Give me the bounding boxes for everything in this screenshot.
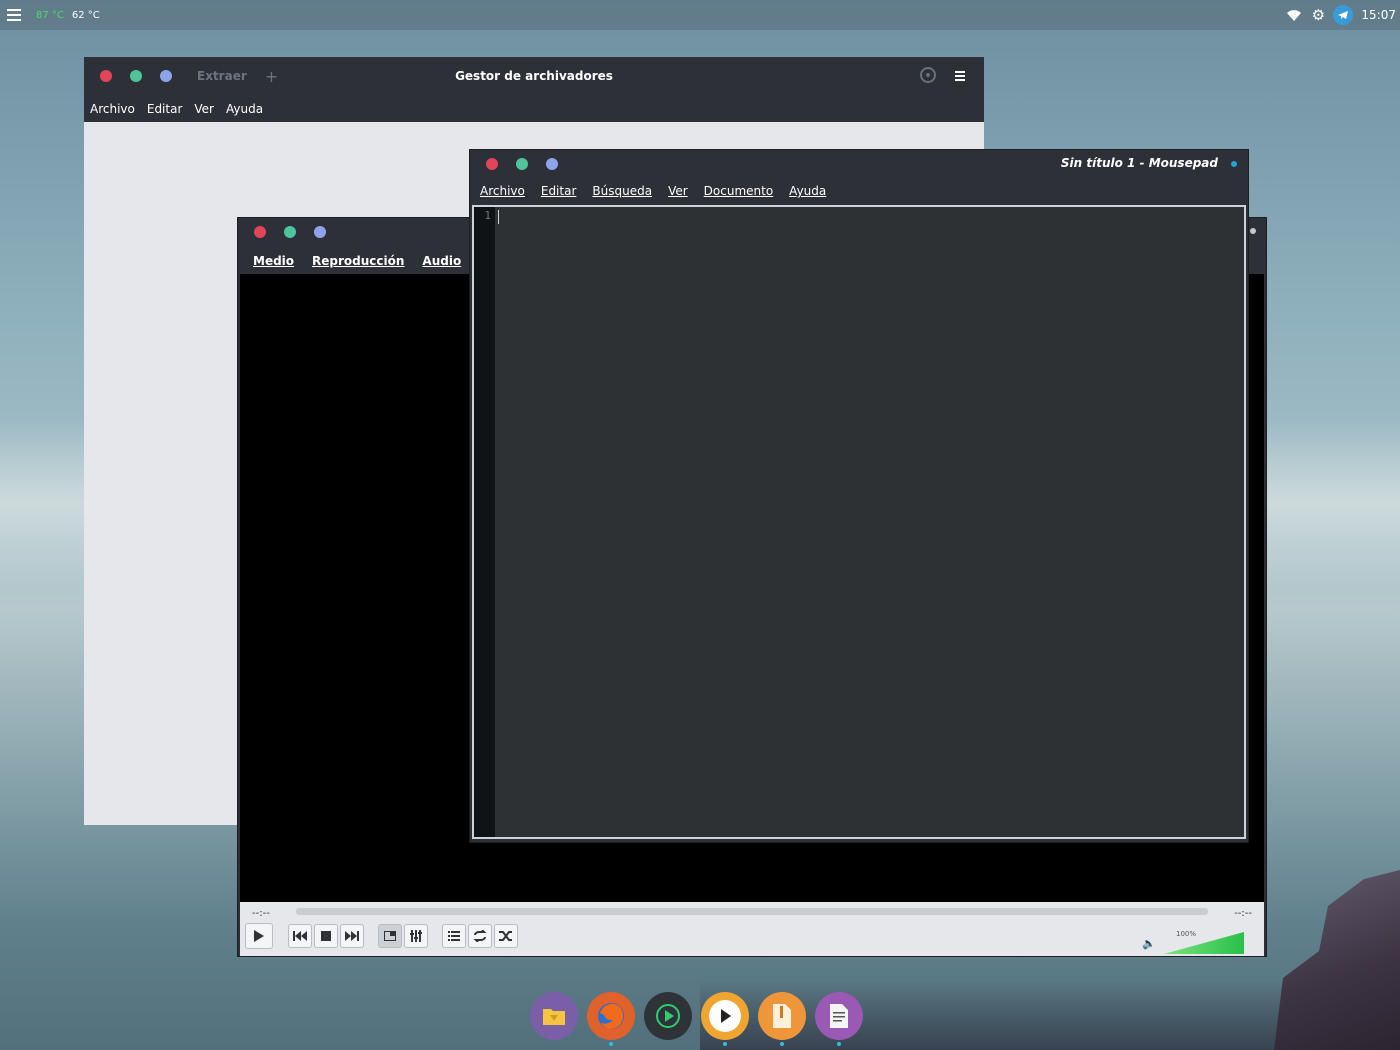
time-elapsed: --:-- (252, 908, 270, 919)
archive-titlebar[interactable]: Extraer + Gestor de archivadores (84, 57, 984, 95)
dock-text-editor[interactable] (815, 992, 863, 1046)
dock-video-player[interactable] (701, 992, 749, 1046)
line-number-gutter: 1 (474, 207, 495, 837)
menu-medio[interactable]: Medio (253, 254, 294, 268)
settings-icon[interactable]: ⚙ (1309, 6, 1327, 24)
volume-percent: 100% (1175, 930, 1196, 938)
maximize-button[interactable] (546, 158, 558, 170)
time-total: --:-- (1234, 908, 1252, 919)
playlist-icon (448, 931, 460, 941)
maximize-button[interactable] (314, 226, 326, 238)
window-indicator-dot (1250, 228, 1256, 234)
playlist-button[interactable] (442, 924, 466, 948)
mousepad-window: Sin título 1 - Mousepad Archivo Editar B… (469, 149, 1249, 843)
next-icon (345, 931, 359, 941)
stop-icon (321, 931, 331, 941)
loop-icon (473, 930, 487, 942)
clock[interactable]: 15:07 (1361, 8, 1396, 22)
fullscreen-icon (384, 931, 396, 941)
play-icon (254, 930, 264, 942)
text-editor-area[interactable]: 1 (472, 205, 1246, 839)
equalizer-icon (410, 930, 422, 942)
video-player-icon (709, 1000, 741, 1032)
media-player-icon (656, 1004, 680, 1028)
next-button[interactable] (340, 924, 364, 948)
equalizer-button[interactable] (404, 924, 428, 948)
menu-ver[interactable]: Ver (194, 102, 214, 116)
stop-button[interactable] (314, 924, 338, 948)
top-panel: 87 °C 62 °C ⚙ 15:07 (0, 0, 1400, 30)
shuffle-button[interactable] (494, 924, 518, 948)
menu-busqueda[interactable]: Búsqueda (592, 184, 652, 198)
menu-documento[interactable]: Documento (704, 184, 774, 198)
dock-media-player[interactable] (644, 992, 692, 1040)
maximize-button[interactable] (160, 70, 172, 82)
close-button[interactable] (100, 70, 112, 82)
minimize-button[interactable] (130, 70, 142, 82)
close-button[interactable] (486, 158, 498, 170)
dock-file-manager[interactable] (530, 992, 578, 1040)
minimize-button[interactable] (284, 226, 296, 238)
volume-icon[interactable]: 🔈 (1142, 937, 1156, 950)
seek-bar[interactable] (296, 908, 1208, 915)
menu-editar[interactable]: Editar (147, 102, 183, 116)
play-button[interactable] (245, 923, 273, 949)
menu-ayuda[interactable]: Ayuda (226, 102, 263, 116)
gpu-temperature: 62 °C (71, 9, 100, 21)
menu-archivo[interactable]: Archivo (90, 102, 135, 116)
previous-icon (293, 931, 307, 941)
text-editor-icon (830, 1004, 848, 1028)
text-caret (498, 210, 499, 224)
active-indicator-dot (1231, 161, 1237, 167)
window-title: Sin título 1 - Mousepad (1060, 156, 1218, 170)
loop-button[interactable] (468, 924, 492, 948)
locate-icon[interactable] (920, 67, 936, 83)
menu-ayuda[interactable]: Ayuda (789, 184, 826, 198)
add-files-button[interactable]: + (265, 67, 278, 86)
menu-ver[interactable]: Ver (668, 184, 688, 198)
dock-firefox[interactable] (587, 992, 635, 1046)
fullscreen-button[interactable] (378, 924, 402, 948)
menu-editar[interactable]: Editar (541, 184, 577, 198)
running-indicator (723, 1042, 727, 1046)
extract-button[interactable]: Extraer (197, 69, 247, 83)
firefox-icon (598, 1003, 624, 1029)
line-number: 1 (484, 209, 491, 222)
close-button[interactable] (254, 226, 266, 238)
menu-reproduccion[interactable]: Reproducción (312, 254, 404, 268)
player-controls: --:-- --:-- 🔈 100% (240, 902, 1264, 956)
mousepad-titlebar[interactable]: Sin título 1 - Mousepad (470, 150, 1248, 178)
shuffle-icon (499, 931, 512, 941)
menu-audio[interactable]: Audio (422, 254, 461, 268)
system-tray: ⚙ 15:07 (1285, 0, 1400, 30)
app-menu-icon[interactable] (7, 9, 21, 21)
cpu-temperature: 87 °C (36, 9, 64, 21)
running-indicator (609, 1042, 613, 1046)
wifi-icon[interactable] (1285, 6, 1303, 24)
folder-icon (543, 1009, 565, 1025)
mousepad-menubar: Archivo Editar Búsqueda Ver Documento Ay… (470, 178, 1248, 204)
dock (530, 992, 863, 1046)
hamburger-menu-icon[interactable] (955, 71, 965, 81)
previous-button[interactable] (288, 924, 312, 948)
minimize-button[interactable] (516, 158, 528, 170)
running-indicator (837, 1042, 841, 1046)
telegram-icon[interactable] (1333, 5, 1354, 25)
archive-icon (773, 1004, 791, 1028)
menu-archivo[interactable]: Archivo (480, 184, 525, 198)
dock-archive-manager[interactable] (758, 992, 806, 1046)
archive-menubar: Archivo Editar Ver Ayuda (84, 95, 984, 122)
running-indicator (780, 1042, 784, 1046)
